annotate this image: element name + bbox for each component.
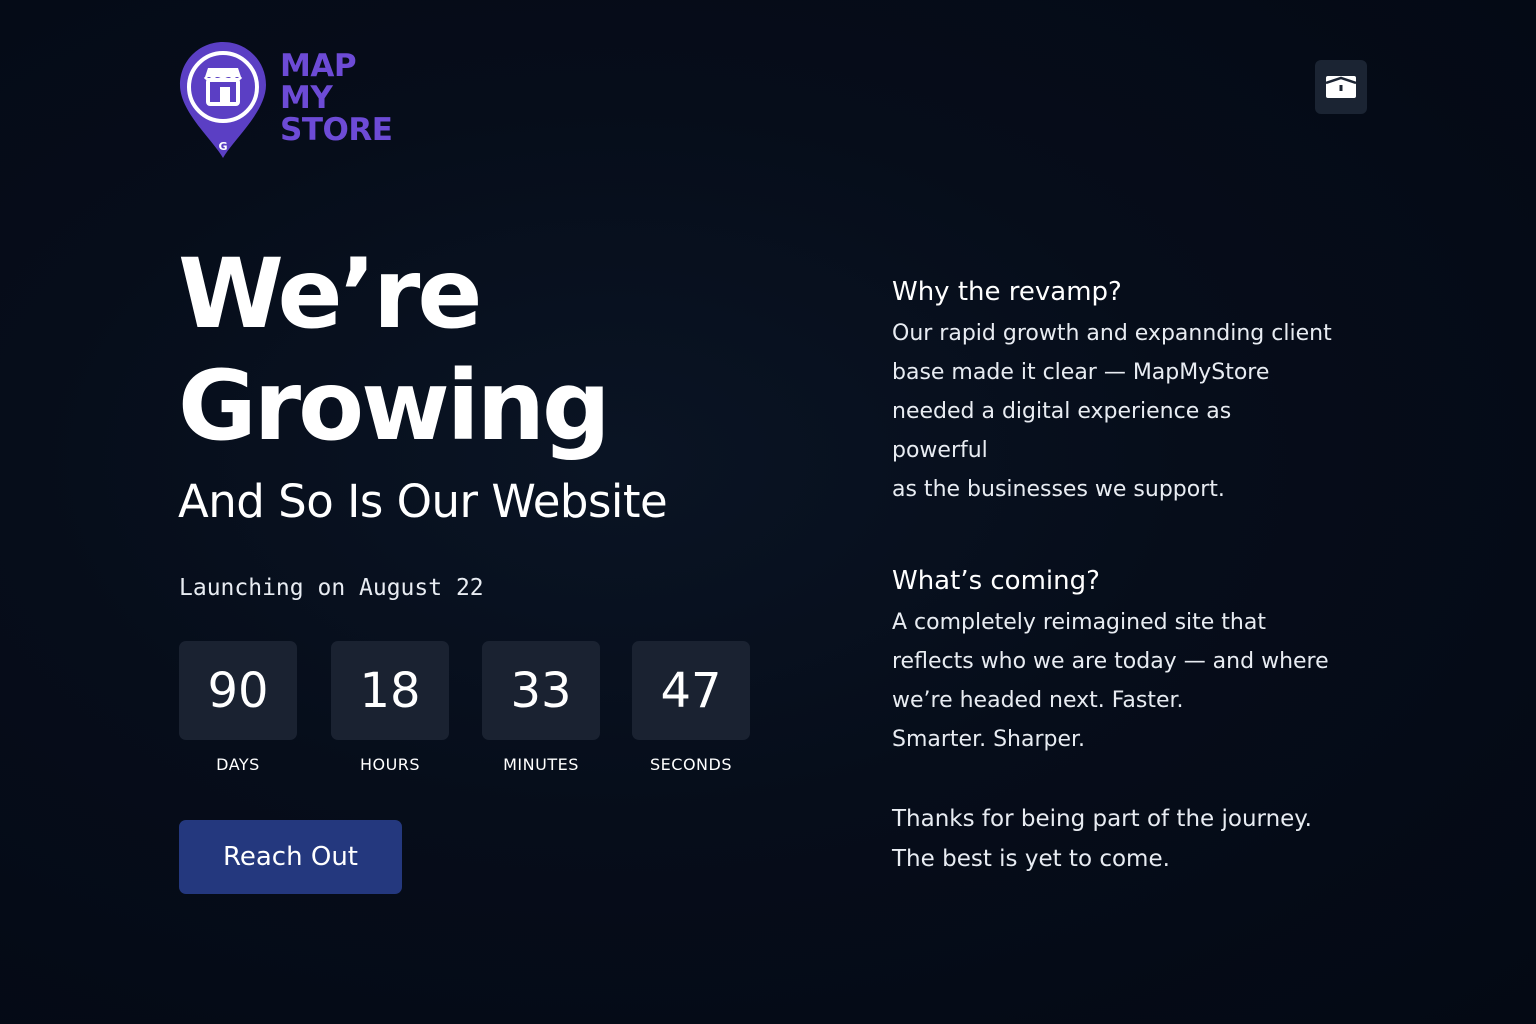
whats-coming-heading: What’s coming?: [892, 566, 1100, 596]
brand-logo[interactable]: G MAP MY STORE: [178, 40, 393, 160]
why-revamp-heading: Why the revamp?: [892, 277, 1122, 307]
launch-date-text: Launching on August 22: [179, 575, 484, 601]
countdown-hours-value: 18: [331, 641, 449, 740]
why-line-3: needed a digital experience as powerful: [892, 399, 1232, 463]
why-revamp-text: Our rapid growth and expannding client b…: [892, 314, 1332, 509]
store-pin-icon: G: [178, 40, 268, 160]
hero-title-line-2: Growing: [178, 350, 611, 462]
hero-title: We’re Growing: [178, 238, 611, 462]
thanks-text: Thanks for being part of the journey. Th…: [892, 799, 1352, 879]
countdown-hours: 18 HOURS: [331, 641, 451, 774]
coming-line-4: Smarter. Sharper.: [892, 727, 1086, 752]
brand-line-2: MY: [280, 80, 333, 116]
pin-mark: G: [218, 140, 227, 153]
coming-line-3: we’re headed next. Faster.: [892, 688, 1184, 713]
countdown-seconds-value: 47: [632, 641, 750, 740]
countdown-minutes-value: 33: [482, 641, 600, 740]
why-line-2: base made it clear — MapMyStore: [892, 360, 1270, 385]
coming-line-2: reflects who we are today — and where: [892, 649, 1329, 674]
hero-subtitle: And So Is Our Website: [178, 475, 668, 528]
whats-coming-text: A completely reimagined site that reflec…: [892, 603, 1332, 759]
countdown-days-value: 90: [179, 641, 297, 740]
countdown-minutes: 33 MINUTES: [482, 641, 602, 774]
countdown-hours-label: HOURS: [359, 755, 421, 774]
countdown-days: 90 DAYS: [179, 641, 299, 774]
reach-out-button[interactable]: Reach Out: [179, 820, 402, 894]
hero-title-line-1: We’re: [178, 238, 482, 350]
countdown-seconds: 47 SECONDS: [632, 641, 752, 774]
brand-line-1: MAP: [280, 48, 357, 84]
thanks-line-2: The best is yet to come.: [892, 846, 1170, 872]
countdown-days-label: DAYS: [216, 755, 260, 774]
countdown-minutes-label: MINUTES: [503, 755, 579, 774]
countdown-seconds-label: SECONDS: [650, 755, 732, 774]
brand-wordmark: MAP MY STORE: [280, 48, 393, 148]
envelope-icon: [1326, 76, 1356, 98]
why-line-4: as the businesses we support.: [892, 477, 1225, 502]
brand-line-3: STORE: [280, 112, 393, 148]
thanks-line-1: Thanks for being part of the journey.: [892, 806, 1312, 832]
coming-line-1: A completely reimagined site that: [892, 610, 1266, 635]
contact-mail-button[interactable]: [1315, 60, 1367, 114]
why-line-1: Our rapid growth and expannding client: [892, 321, 1332, 346]
info-column: Why the revamp? Our rapid growth and exp…: [892, 272, 1352, 879]
